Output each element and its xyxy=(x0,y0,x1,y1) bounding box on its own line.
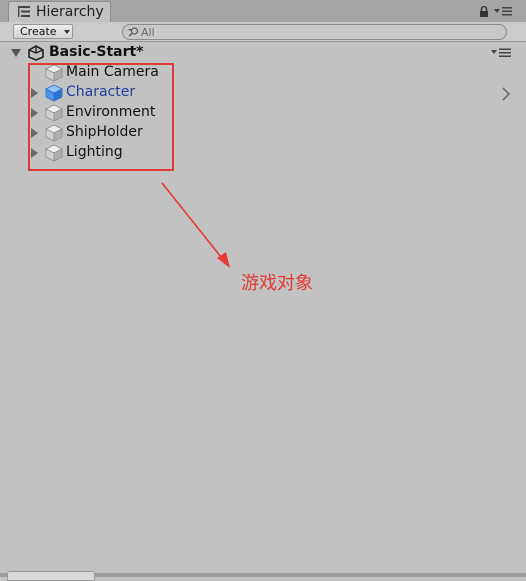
tab-menu-icon[interactable] xyxy=(494,6,512,17)
tab-strip: Hierarchy xyxy=(0,0,526,22)
hierarchy-icon xyxy=(18,6,30,17)
scene-menu-icon[interactable] xyxy=(491,48,511,58)
create-button[interactable]: Create xyxy=(13,24,73,39)
unity-scene-icon xyxy=(28,45,44,61)
create-button-label: Create xyxy=(20,25,57,38)
search-icon[interactable] xyxy=(128,27,139,37)
highlight-box xyxy=(28,63,174,171)
hierarchy-toolbar: Create xyxy=(0,22,526,42)
lock-icon[interactable] xyxy=(479,6,489,17)
annotation-label: 游戏对象 xyxy=(241,273,313,294)
search-field[interactable] xyxy=(122,24,507,40)
chevron-right-icon[interactable] xyxy=(501,87,511,101)
scene-name: Basic-Start* xyxy=(49,44,144,60)
scene-row[interactable]: Basic-Start* xyxy=(0,43,526,63)
search-input[interactable] xyxy=(141,25,481,39)
dropdown-arrow-icon xyxy=(64,30,70,34)
tab-label: Hierarchy xyxy=(36,4,104,20)
bottom-tab[interactable] xyxy=(7,571,95,581)
fold-down-icon[interactable] xyxy=(11,49,21,57)
tab-hierarchy[interactable]: Hierarchy xyxy=(8,1,111,22)
